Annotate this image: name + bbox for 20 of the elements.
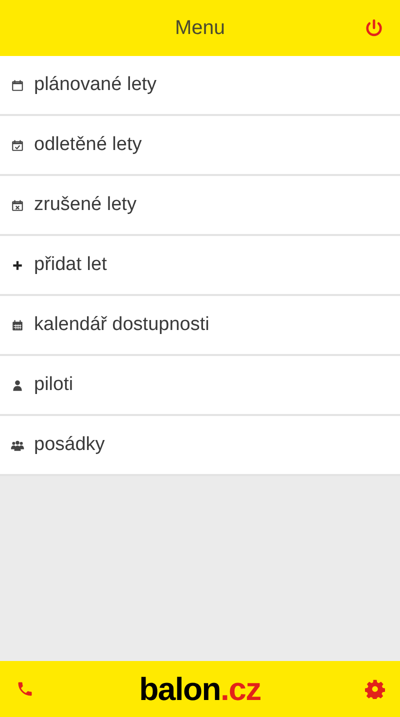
power-icon: [364, 18, 384, 38]
calendar-grid-icon: [10, 318, 24, 332]
group-icon: [10, 438, 24, 452]
calendar-icon: [10, 78, 24, 92]
logo: balon.cz: [139, 673, 261, 705]
user-icon: [10, 378, 24, 392]
menu-item[interactable]: piloti: [0, 356, 400, 416]
phone-icon: [16, 680, 34, 698]
menu-item[interactable]: zrušené lety: [0, 176, 400, 236]
calendar-x-icon: [10, 198, 24, 212]
settings-button[interactable]: [364, 678, 386, 700]
settings-icon: [364, 679, 385, 699]
calendar-check-icon: [10, 138, 24, 152]
menu-item[interactable]: odletěné lety: [0, 116, 400, 176]
header-title: Menu: [174, 16, 226, 41]
menu-item[interactable]: plánované lety: [0, 56, 400, 116]
menu-item[interactable]: kalendář dostupnosti: [0, 296, 400, 356]
menu-item[interactable]: posádky: [0, 416, 400, 476]
plus-icon: [10, 258, 24, 272]
menu-item[interactable]: přidat let: [0, 236, 400, 296]
